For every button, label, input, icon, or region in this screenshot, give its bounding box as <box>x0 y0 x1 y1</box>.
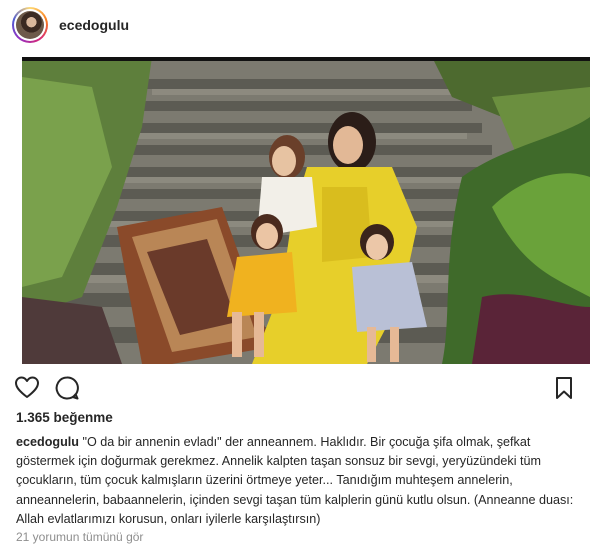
comment-button[interactable] <box>54 375 80 401</box>
heart-icon <box>15 376 39 398</box>
bookmark-icon <box>556 377 572 399</box>
post-photo-image <box>22 57 590 364</box>
post-username[interactable]: ecedogulu <box>59 17 129 33</box>
caption-text: "O da bir annenin evladı" der anneannem.… <box>16 435 574 526</box>
like-button[interactable] <box>14 375 40 401</box>
avatar-image <box>16 11 44 39</box>
post-actions <box>0 372 590 406</box>
comment-icon <box>55 376 79 400</box>
view-comments-link[interactable]: 21 yorumun tümünü gör <box>16 530 143 544</box>
post-caption: ecedogulu "O da bir annenin evladı" der … <box>16 433 582 529</box>
post-header: ecedogulu <box>0 0 590 52</box>
post-photo[interactable] <box>22 57 590 364</box>
likes-count[interactable]: 1.365 beğenme <box>16 410 113 425</box>
caption-username[interactable]: ecedogulu <box>16 435 79 449</box>
avatar[interactable] <box>12 7 48 43</box>
save-button[interactable] <box>551 375 577 401</box>
